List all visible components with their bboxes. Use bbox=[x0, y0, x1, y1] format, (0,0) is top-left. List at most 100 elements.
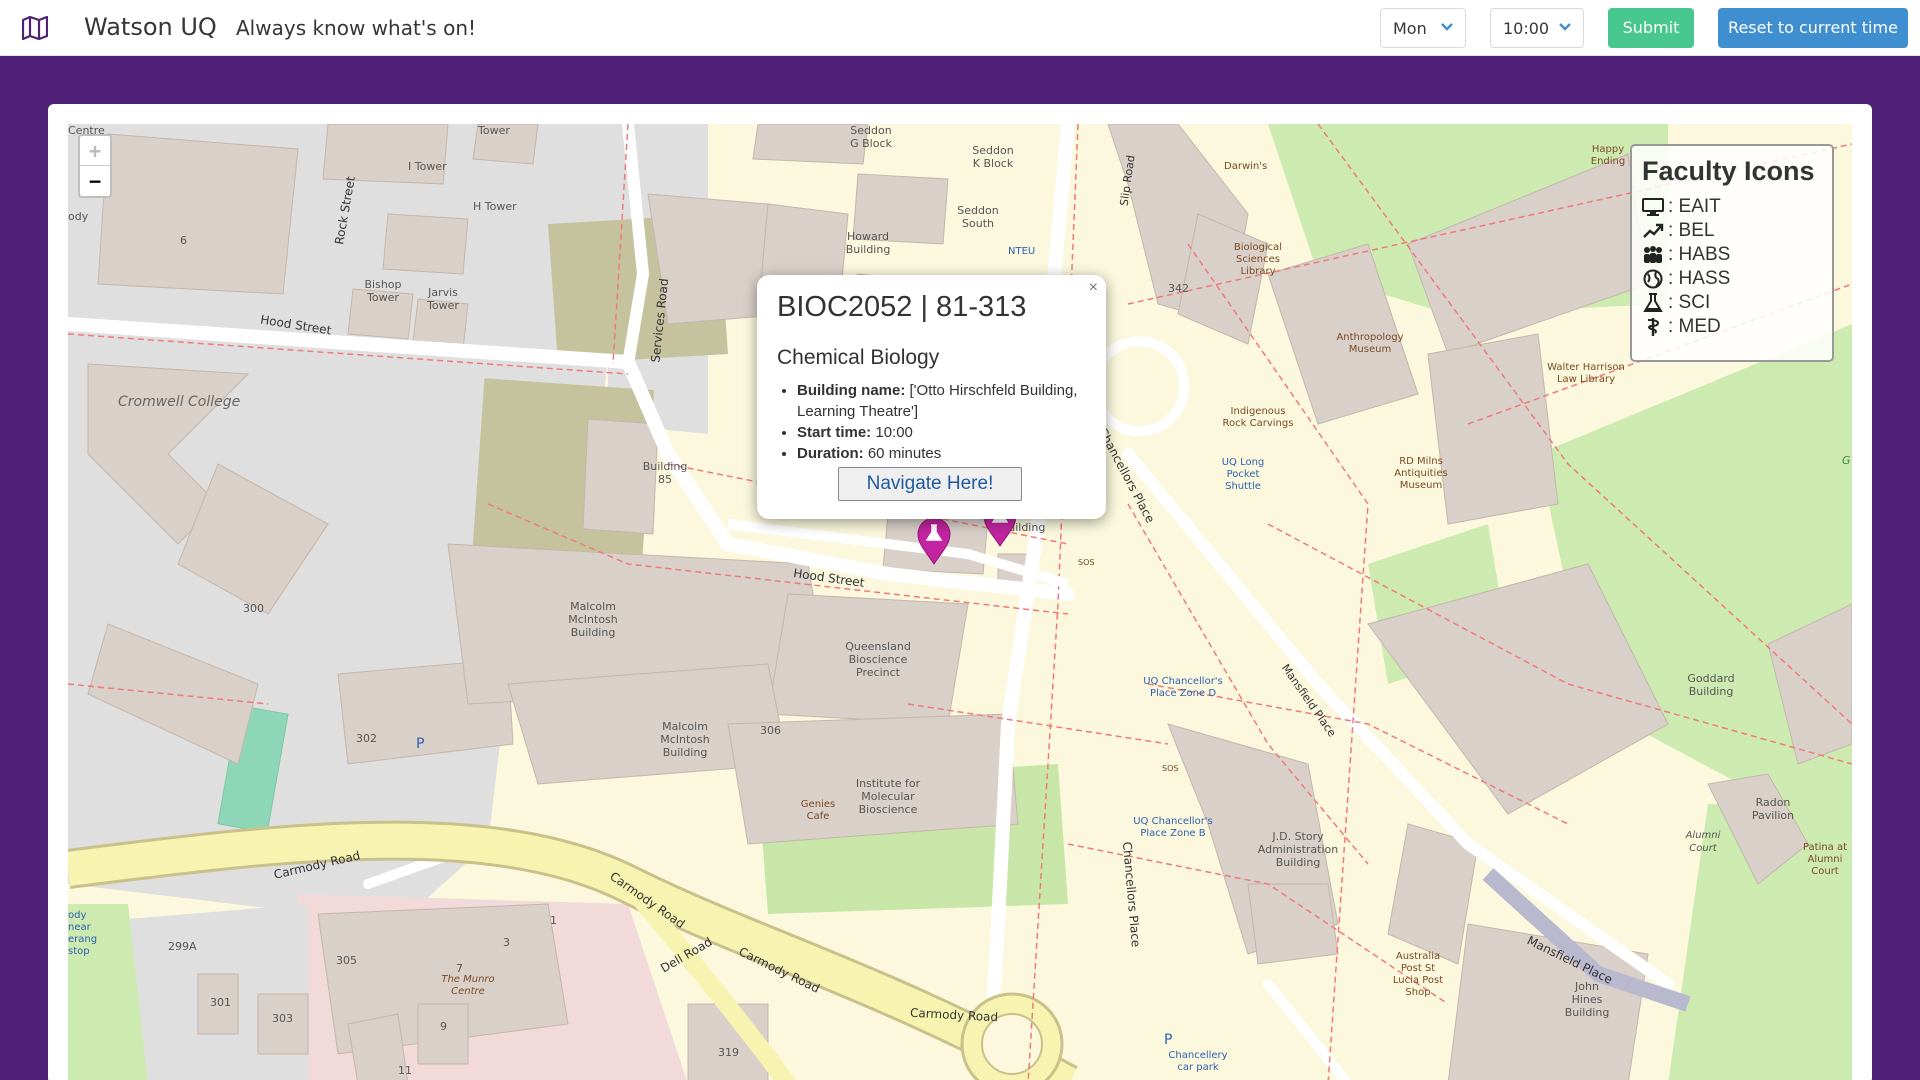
label-nteu: NTEU bbox=[1008, 246, 1036, 257]
label-sos-1: SOS bbox=[1078, 558, 1095, 567]
label-happy-ending: Happy Ending bbox=[1590, 144, 1626, 167]
time-select-value: 10:00 bbox=[1503, 19, 1550, 38]
label-malcolm-mcintosh-1: Malcolm McIntosh Building bbox=[568, 600, 618, 639]
label-john-hines-building: John Hines Building bbox=[1564, 980, 1610, 1019]
label-parking-p: P bbox=[416, 736, 425, 752]
label-anthropology-museum: Anthropology Museum bbox=[1336, 332, 1404, 355]
legend-label-bel: : BEL bbox=[1668, 220, 1715, 241]
legend-item-med: : MED bbox=[1642, 315, 1822, 339]
label-biological-sciences-library: Biological Sciences Library bbox=[1233, 242, 1283, 277]
label-darwins: Darwin's bbox=[1224, 161, 1268, 172]
label-chancellors-zone-d: UQ Chancellor's Place Zone D bbox=[1143, 676, 1223, 699]
label-alumni-court: Alumni Court bbox=[1685, 830, 1721, 854]
legend-label-med: : MED bbox=[1668, 316, 1721, 337]
label-bishop-tower: Bishop Tower bbox=[364, 278, 402, 304]
flask-icon bbox=[1643, 293, 1663, 312]
label-305: 305 bbox=[336, 954, 357, 967]
day-select[interactable]: Mon bbox=[1380, 8, 1466, 48]
label-seddon-k-block: Seddon K Block bbox=[972, 144, 1014, 170]
faculty-legend: Faculty Icons : EAIT : BEL : HABS : HASS… bbox=[1630, 144, 1834, 362]
label-patina: Patina at Alumni Court bbox=[1802, 842, 1848, 877]
label-australia-post: Australia Post St Lucia Post Shop bbox=[1392, 951, 1444, 998]
label-radon-pavilion: Radon Pavilion bbox=[1751, 796, 1795, 822]
time-select[interactable]: 10:00 bbox=[1490, 8, 1584, 48]
popup-close-button[interactable]: × bbox=[1089, 279, 1098, 297]
desktop-icon bbox=[1642, 198, 1664, 216]
zoom-control: + − bbox=[78, 134, 112, 198]
reset-time-button[interactable]: Reset to current time bbox=[1718, 8, 1908, 48]
popup-start: Start time: 10:00 bbox=[797, 422, 1086, 443]
class-popup: × BIOC2052 | 81-313 Chemical Biology Bui… bbox=[757, 275, 1106, 519]
brand-title[interactable]: Watson UQ bbox=[84, 13, 217, 41]
label-300: 300 bbox=[243, 602, 264, 615]
label-goddard-building: Goddard Building bbox=[1687, 672, 1735, 698]
label-303: 303 bbox=[272, 1012, 293, 1025]
label-rd-milns-museum: RD Milns Antiquities Museum bbox=[1394, 456, 1448, 491]
legend-label-eait: : EAIT bbox=[1668, 196, 1721, 217]
popup-duration: Duration: 60 minutes bbox=[797, 443, 1086, 464]
label-sos-2: SOS bbox=[1162, 764, 1179, 773]
legend-label-sci: : SCI bbox=[1668, 292, 1711, 313]
navigate-here-button[interactable]: Navigate Here! bbox=[838, 467, 1022, 501]
label-malcolm-mcintosh-2: Malcolm McIntosh Building bbox=[660, 720, 710, 759]
legend-item-habs: : HABS bbox=[1642, 243, 1822, 267]
label-319: 319 bbox=[718, 1046, 739, 1059]
popup-title: BIOC2052 | 81-313 bbox=[777, 291, 1027, 323]
tagline: Always know what's on! bbox=[236, 16, 477, 40]
label-g: G bbox=[1842, 454, 1851, 467]
label-body: ody bbox=[68, 210, 89, 223]
popup-duration-label: Duration: bbox=[797, 445, 864, 462]
zoom-out-button[interactable]: − bbox=[80, 166, 110, 196]
label-queensland-bioscience: Queensland Bioscience Precinct bbox=[845, 640, 911, 679]
label-parking-p-2: P bbox=[1164, 1032, 1173, 1048]
campus-map[interactable]: Cromwell College Hood Street Hood Street… bbox=[68, 124, 1852, 1080]
map-tiles[interactable] bbox=[68, 124, 1852, 1080]
label-seddon-g-block: Seddon G Block bbox=[850, 124, 892, 150]
staff-snake-icon bbox=[1647, 318, 1660, 336]
label-11: 11 bbox=[398, 1064, 412, 1077]
legend-title: Faculty Icons bbox=[1642, 156, 1815, 186]
label-i-tower: I Tower bbox=[408, 160, 447, 173]
chevron-down-icon bbox=[1441, 23, 1453, 31]
day-select-value: Mon bbox=[1393, 19, 1427, 38]
popup-building-label: Building name: bbox=[797, 382, 906, 399]
label-301: 301 bbox=[210, 996, 231, 1009]
label-1: 1 bbox=[550, 914, 557, 927]
label-9: 9 bbox=[440, 1020, 447, 1033]
label-306: 306 bbox=[760, 724, 781, 737]
popup-start-label: Start time: bbox=[797, 424, 872, 441]
legend-item-sci: : SCI bbox=[1642, 291, 1822, 315]
label-indigenous-rock-carvings: Indigenous Rock Carvings bbox=[1222, 406, 1294, 429]
label-chancellery-car-park: Chancellery car park bbox=[1168, 1050, 1228, 1073]
popup-details: Building name: ['Otto Hirschfeld Buildin… bbox=[797, 380, 1086, 464]
label-chancellors-zone-b: UQ Chancellor's Place Zone B bbox=[1133, 816, 1213, 839]
label-building-85: Building 85 bbox=[642, 460, 688, 486]
popup-subtitle: Chemical Biology bbox=[777, 346, 940, 369]
trend-arrow-icon bbox=[1643, 223, 1664, 238]
label-cromwell-college: Cromwell College bbox=[118, 394, 241, 410]
popup-duration-value: 60 minutes bbox=[867, 445, 942, 462]
popup-building: Building name: ['Otto Hirschfeld Buildin… bbox=[797, 380, 1086, 422]
label-walter-harrison-library: Walter Harrison Law Library bbox=[1547, 362, 1625, 385]
legend-item-hass: : HASS bbox=[1642, 267, 1822, 291]
navbar: Watson UQ Always know what's on! Mon 10:… bbox=[0, 0, 1920, 56]
label-howard-building: Howard Building bbox=[845, 230, 891, 256]
label-342: 342 bbox=[1168, 282, 1189, 295]
sci-class-marker[interactable] bbox=[916, 516, 952, 566]
map-icon[interactable] bbox=[22, 16, 48, 40]
legend-label-hass: : HASS bbox=[1668, 268, 1731, 289]
label-h-tower: H Tower bbox=[473, 200, 517, 213]
label-7: 7 bbox=[456, 962, 463, 975]
label-jarvis-tower: Jarvis Tower bbox=[427, 286, 459, 312]
label-uq-long-pocket-shuttle: UQ Long Pocket Shuttle bbox=[1221, 457, 1265, 492]
label-302: 302 bbox=[356, 732, 377, 745]
label-tower: Tower bbox=[478, 124, 510, 137]
zoom-in-button[interactable]: + bbox=[80, 136, 110, 166]
legend-label-habs: : HABS bbox=[1668, 244, 1731, 265]
chevron-down-icon bbox=[1559, 23, 1571, 31]
label-jd-story-building: J.D. Story Administration Building bbox=[1257, 830, 1339, 869]
label-body-near-stop: ody near erang stop bbox=[68, 910, 98, 957]
submit-button[interactable]: Submit bbox=[1608, 8, 1694, 48]
globe-icon bbox=[1643, 269, 1663, 289]
popup-start-value: 10:00 bbox=[875, 424, 913, 441]
